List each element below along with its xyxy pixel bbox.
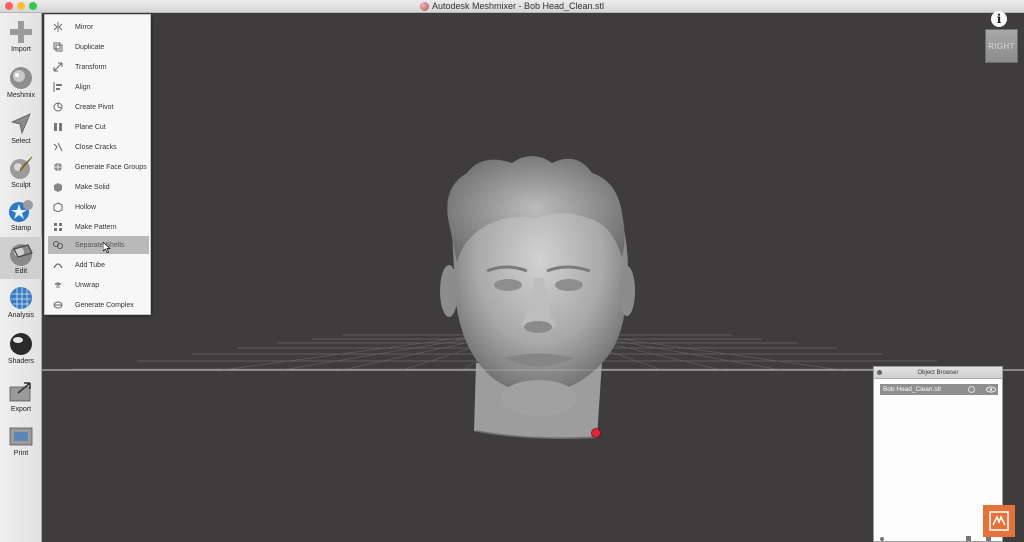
add-object-icon[interactable] — [880, 537, 884, 541]
unwrap-icon — [54, 282, 62, 288]
tool-analysis[interactable]: Analysis — [0, 281, 42, 323]
brand-mark-icon — [989, 511, 1009, 531]
export-icon — [9, 382, 31, 402]
transform-icon — [53, 62, 63, 72]
edit-menu: Mirror Duplicate Transform Align Create … — [44, 14, 151, 315]
menu-item-generate-complex[interactable]: Generate Complex — [48, 296, 149, 314]
generate-complex-icon — [53, 301, 63, 309]
menu-item-make-solid[interactable]: Make Solid — [48, 178, 149, 196]
window-minimize-button[interactable] — [17, 2, 25, 10]
hollow-icon — [53, 202, 63, 212]
title-bar: Autodesk Meshmixer - Bob Head_Clean.stl — [0, 0, 1024, 13]
window-zoom-button[interactable] — [29, 2, 37, 10]
tool-sculpt[interactable]: Sculpt — [0, 151, 42, 193]
tool-stamp[interactable]: Stamp — [0, 194, 42, 236]
edit-icon — [10, 244, 33, 266]
menu-item-make-pattern[interactable]: Make Pattern — [48, 218, 149, 236]
menu-item-add-tube[interactable]: Add Tube — [48, 256, 149, 274]
menu-item-hollow[interactable]: Hollow — [48, 198, 149, 216]
add-tube-icon — [53, 263, 63, 269]
channel-logo-icon — [983, 505, 1015, 537]
align-icon — [53, 82, 62, 92]
panel-close-icon[interactable] — [877, 370, 882, 375]
left-toolbar: Import Meshmix Select Sculpt Stamp Edit — [0, 13, 42, 542]
pivot-marker-icon[interactable] — [591, 428, 601, 438]
mouse-cursor-icon — [103, 242, 111, 253]
menu-item-duplicate[interactable]: Duplicate — [48, 38, 149, 56]
tool-meshmix[interactable]: Meshmix — [0, 61, 42, 103]
sculpt-icon — [10, 156, 33, 179]
menu-item-close-cracks[interactable]: Close Cracks — [48, 138, 149, 156]
pivot-icon — [53, 102, 63, 112]
tool-shaders[interactable]: Shaders — [0, 327, 42, 369]
close-cracks-icon — [53, 142, 63, 152]
tool-print[interactable]: Print — [0, 419, 42, 461]
duplicate-icon — [53, 42, 63, 52]
visibility-eye-icon[interactable] — [986, 386, 996, 393]
menu-item-create-pivot[interactable]: Create Pivot — [48, 98, 149, 116]
object-browser-header: Object Browser — [874, 367, 1002, 379]
menu-item-plane-cut[interactable]: Plane Cut — [48, 118, 149, 136]
shaders-icon — [10, 333, 32, 355]
menu-item-generate-face-groups[interactable]: Generate Face Groups — [48, 158, 149, 176]
separate-shells-icon — [53, 241, 63, 249]
view-cube[interactable]: RIGHT — [985, 29, 1018, 63]
object-settings-icon[interactable] — [968, 386, 975, 393]
meshmixer-logo-icon — [419, 2, 429, 11]
stamp-icon — [9, 200, 33, 222]
make-solid-icon — [54, 183, 62, 192]
head-mesh[interactable] — [440, 156, 635, 439]
menu-item-align[interactable]: Align — [48, 78, 149, 96]
tool-edit[interactable]: Edit — [0, 237, 42, 279]
menu-item-separate-shells[interactable]: Separate Shells — [48, 236, 149, 254]
plane-cut-icon — [54, 123, 62, 131]
window-close-button[interactable] — [5, 2, 13, 10]
object-row[interactable]: Bob Head_Clean.stl — [880, 384, 998, 395]
meshmix-icon — [10, 67, 32, 89]
import-icon — [10, 21, 32, 43]
tool-select[interactable]: Select — [0, 107, 42, 149]
info-icon[interactable]: i — [991, 11, 1007, 27]
menu-item-unwrap[interactable]: Unwrap — [48, 276, 149, 294]
mirror-icon — [53, 22, 63, 32]
tool-export[interactable]: Export — [0, 375, 42, 417]
face-groups-icon — [54, 163, 62, 171]
menu-item-mirror[interactable]: Mirror — [48, 18, 149, 36]
duplicate-object-icon[interactable] — [966, 536, 971, 541]
tool-import[interactable]: Import — [0, 15, 42, 57]
analysis-icon — [10, 287, 32, 309]
window-title: Autodesk Meshmixer - Bob Head_Clean.stl — [431, 1, 605, 11]
make-pattern-icon — [54, 223, 62, 231]
menu-item-transform[interactable]: Transform — [48, 58, 149, 76]
select-icon — [10, 113, 31, 135]
print-icon — [9, 427, 33, 446]
